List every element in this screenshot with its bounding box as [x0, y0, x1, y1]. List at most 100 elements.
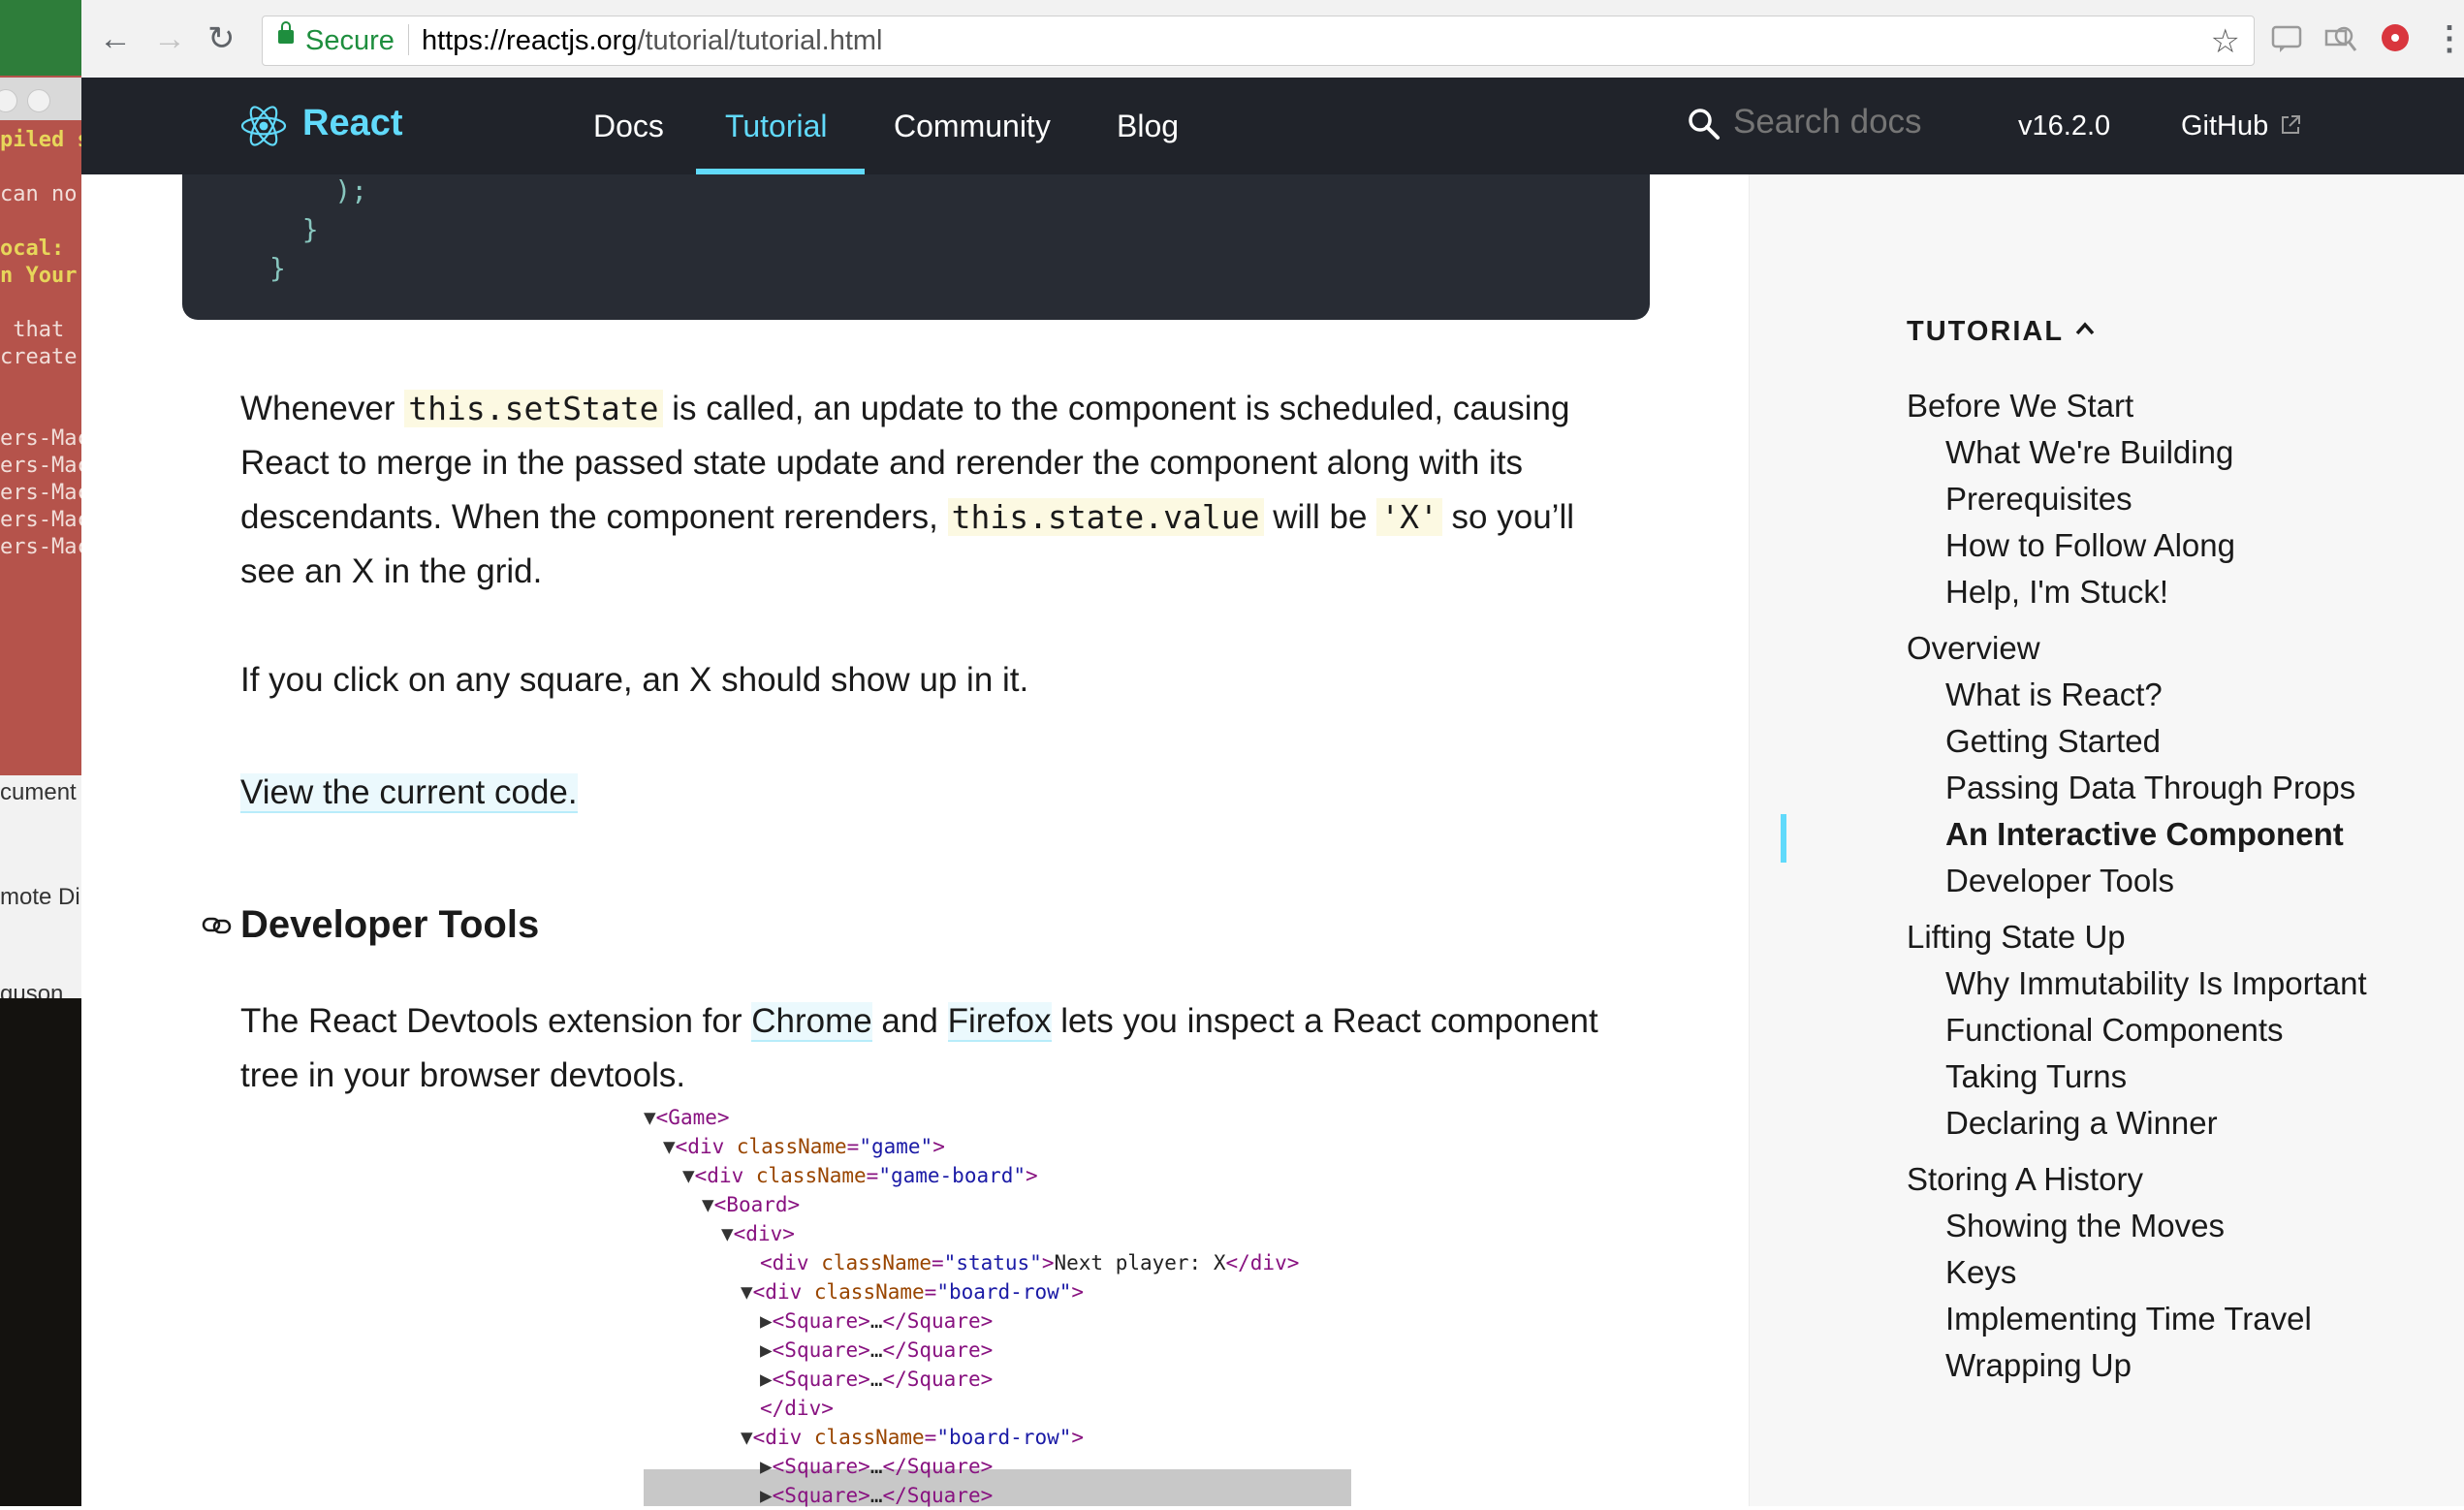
reload-icon[interactable]: ↻ [207, 21, 236, 56]
url-text[interactable]: https://reactjs.org/tutorial/tutorial.ht… [422, 25, 882, 57]
view-current-code-link[interactable]: View the current code. [240, 773, 578, 813]
tree-row: </div> [760, 1394, 834, 1423]
terminal-titlebar [0, 78, 81, 120]
tag: <Square> [772, 1455, 870, 1478]
expand-triangle-icon: ▼ [682, 1164, 695, 1187]
background-windows: piled s can no ocal: n Your that create … [0, 0, 81, 1506]
magnifier-extension-icon[interactable] [2324, 21, 2357, 54]
menu-dots-icon[interactable]: ⋮ [2433, 21, 2464, 56]
paragraph-view-code: View the current code. [240, 766, 1636, 820]
chevron-up-icon[interactable] [2073, 320, 2097, 337]
text: Whenever [240, 390, 405, 427]
sidebar-item[interactable]: Taking Turns [1945, 1058, 2127, 1095]
tag: <div [694, 1164, 756, 1187]
sidebar-item[interactable]: Showing the Moves [1945, 1208, 2225, 1244]
browser-window: ← → ↻ Secure https://reactjs.org/tutoria… [81, 0, 2464, 1507]
anchor-link-icon[interactable] [202, 913, 233, 938]
address-bar[interactable]: Secure https://reactjs.org/tutorial/tuto… [262, 16, 2255, 66]
nav-tutorial[interactable]: Tutorial [725, 109, 828, 144]
search-input[interactable] [1733, 103, 1946, 142]
external-link-icon [2282, 115, 2300, 134]
value: "game-board" [878, 1164, 1027, 1187]
css-viewer-extension-icon[interactable] [2270, 21, 2303, 54]
chrome-link[interactable]: Chrome [751, 1002, 872, 1042]
sidebar-section-storing-a-history[interactable]: Storing A History [1907, 1161, 2143, 1198]
text: and [871, 1002, 948, 1040]
devtools-screenshot: ▼<Game> ▼<div className="game"> ▼<div cl… [644, 1103, 1351, 1507]
tree-row: ▼<div className="game"> [663, 1132, 945, 1161]
back-arrow-icon[interactable]: ← [99, 21, 132, 56]
sidebar-item[interactable]: What We're Building [1945, 434, 2233, 471]
terminal-line: ers-Mac [0, 508, 81, 532]
sidebar-item[interactable]: What is React? [1945, 676, 2163, 713]
sidebar-section-before-we-start[interactable]: Before We Start [1907, 388, 2133, 425]
text: will be [1263, 498, 1377, 536]
tree-row: ▶<Square>…</Square> [760, 1336, 993, 1365]
sidebar-item[interactable]: Why Immutability Is Important [1945, 965, 2367, 1002]
expand-triangle-icon: ▼ [644, 1106, 656, 1129]
code-line: } [269, 213, 319, 245]
sidebar-title[interactable]: TUTORIAL [1907, 316, 2064, 348]
sidebar-section-lifting-state-up[interactable]: Lifting State Up [1907, 919, 2126, 956]
sidebar-item[interactable]: Functional Components [1945, 1012, 2284, 1049]
tag: > [1026, 1164, 1038, 1187]
nav-community[interactable]: Community [894, 109, 1051, 144]
inline-code: this.state.value [947, 498, 1264, 536]
collapse-triangle-icon: ▶ [760, 1338, 773, 1362]
version-link[interactable]: v16.2.0 [2018, 110, 2110, 142]
tag: <div [760, 1251, 822, 1274]
browser-toolbar: ← → ↻ Secure https://reactjs.org/tutoria… [81, 0, 2464, 79]
attr: className [813, 1426, 925, 1449]
code-line: } [269, 252, 286, 284]
tag: </Square> [882, 1368, 994, 1391]
sidebar-item[interactable]: Declaring a Winner [1945, 1105, 2218, 1142]
url-host: https://reactjs.org [422, 25, 638, 56]
tutorial-sidebar: TUTORIAL Before We Start What We're Buil… [1749, 174, 2464, 1506]
value: "board-row" [936, 1280, 1072, 1304]
brand-link[interactable]: React [302, 103, 403, 144]
sidebar-item[interactable]: Help, I'm Stuck! [1945, 574, 2168, 611]
tag: > [1071, 1280, 1085, 1304]
collapse-triangle-icon: ▶ [760, 1455, 773, 1478]
forward-arrow-icon[interactable]: → [153, 21, 186, 56]
text: … [869, 1484, 883, 1507]
background-file-label: mote Di [0, 884, 80, 910]
text: … [869, 1455, 883, 1478]
firefox-link[interactable]: Firefox [947, 1002, 1052, 1042]
tree-row: ▼<Board> [702, 1190, 800, 1219]
value: "status" [943, 1251, 1042, 1274]
sidebar-item[interactable]: Passing Data Through Props [1945, 770, 2355, 806]
terminal-line: ers-Mac [0, 426, 81, 451]
sidebar-item[interactable]: Prerequisites [1945, 481, 2132, 518]
tree-row: ▼<div className="board-row"> [741, 1423, 1084, 1452]
site-header: React Docs Tutorial Community Blog v16.2… [81, 78, 2464, 174]
tag: = [924, 1280, 937, 1304]
search-icon [1689, 109, 1720, 140]
section-heading: Developer Tools [240, 903, 540, 946]
tag: > [932, 1135, 945, 1158]
bookmark-star-icon[interactable]: ☆ [2211, 22, 2240, 61]
tag: <Square> [772, 1368, 870, 1391]
sidebar-item[interactable]: Wrapping Up [1945, 1347, 2132, 1384]
tag: <div [752, 1426, 814, 1449]
tag: </Square> [882, 1484, 994, 1507]
react-logo-icon[interactable] [240, 103, 287, 149]
sidebar-item-active[interactable]: An Interactive Component [1945, 816, 2344, 853]
selected-row-highlight [644, 1469, 1351, 1506]
github-link[interactable]: GitHub [2181, 110, 2268, 142]
tree-row: ▼<Game> [644, 1103, 730, 1132]
tag: <Game> [655, 1106, 730, 1129]
collapse-triangle-icon: ▶ [760, 1484, 773, 1507]
sidebar-section-overview[interactable]: Overview [1907, 630, 2040, 667]
nav-docs[interactable]: Docs [593, 109, 664, 144]
sidebar-item[interactable]: How to Follow Along [1945, 527, 2235, 564]
record-extension-icon[interactable] [2379, 21, 2412, 54]
background-file-label: cument [0, 779, 77, 805]
nav-blog[interactable]: Blog [1117, 109, 1179, 144]
sidebar-item[interactable]: Getting Started [1945, 723, 2161, 760]
sidebar-item[interactable]: Implementing Time Travel [1945, 1301, 2312, 1337]
sidebar-item[interactable]: Keys [1945, 1254, 2016, 1291]
tree-row: ▶<Square>…</Square> [760, 1365, 993, 1394]
sidebar-item[interactable]: Developer Tools [1945, 863, 2174, 899]
terminal-line: n Your [0, 264, 78, 288]
